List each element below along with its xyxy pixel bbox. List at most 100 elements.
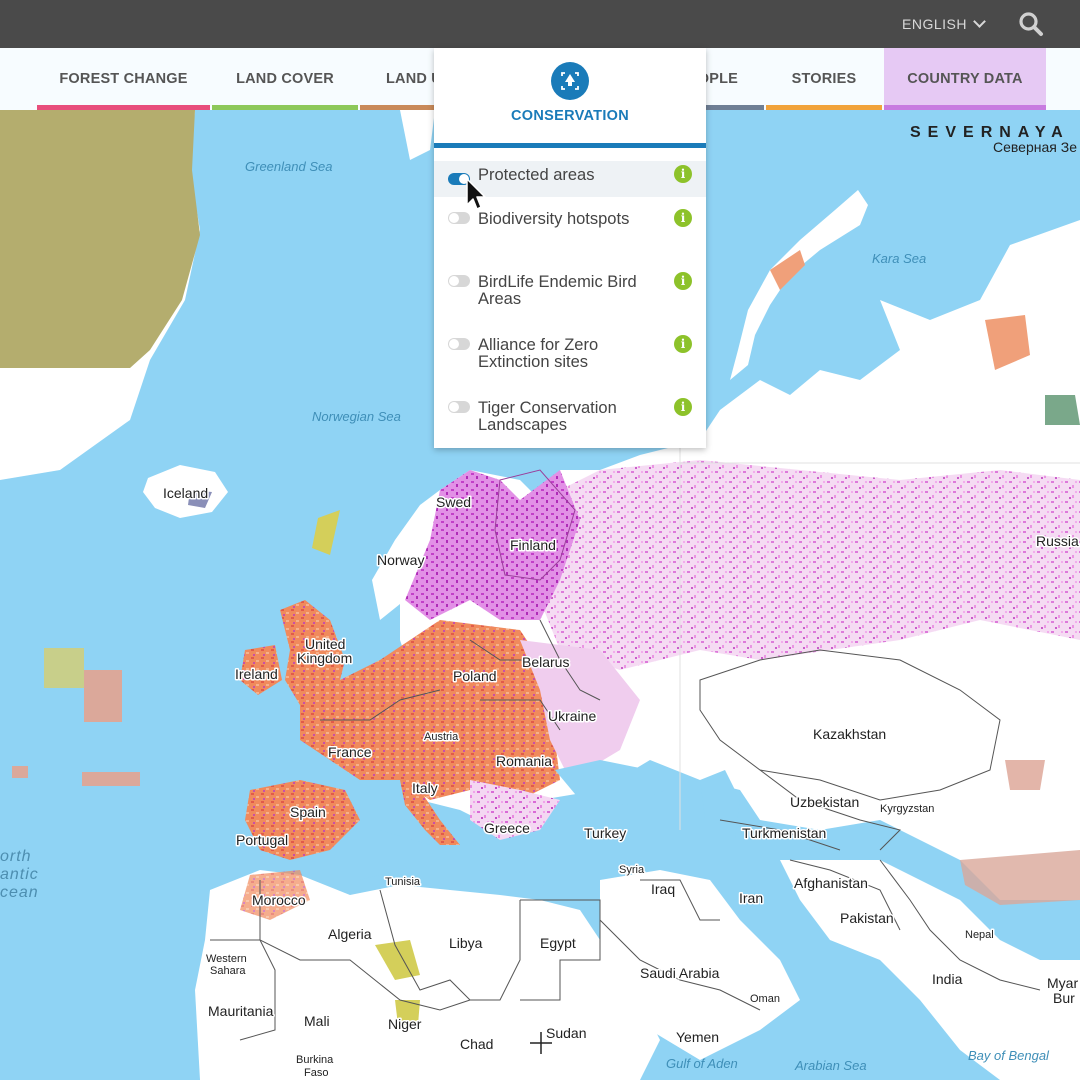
country-label-russia: Russia	[1036, 533, 1079, 549]
country-label-tunisia: Tunisia	[385, 876, 421, 888]
layer-birdlife-endemic-bird-areas[interactable]: BirdLife Endemic Bird Areas i	[434, 269, 706, 319]
water-label-bay-of-bengal: Bay of Bengal	[968, 1048, 1050, 1063]
atlantic-patch-3	[82, 772, 140, 786]
layer-label: Alliance for Zero Extinction sites	[478, 336, 599, 371]
country-label-india: India	[932, 971, 963, 987]
country-label-iraq: Iraq	[651, 881, 675, 897]
layer-toggle[interactable]	[448, 401, 470, 413]
info-icon[interactable]: i	[674, 165, 692, 183]
tab-underline	[766, 105, 882, 110]
country-label-afghanistan: Afghanistan	[794, 875, 868, 891]
siberia-patch	[1045, 395, 1080, 425]
tab-land-cover[interactable]: LAND COVER	[212, 48, 358, 110]
tab-underline	[212, 105, 358, 110]
country-label-egypt: Egypt	[540, 935, 576, 951]
country-label-spain: Spain	[290, 804, 326, 820]
country-label-greece: Greece	[484, 820, 530, 836]
country-label-portugal: Portugal	[236, 832, 288, 848]
info-icon[interactable]: i	[674, 272, 692, 290]
tab-underline	[37, 105, 210, 110]
layer-alliance-zero-extinction[interactable]: Alliance for Zero Extinction sites i	[434, 332, 706, 382]
country-label-niger: Niger	[388, 1016, 422, 1032]
country-label-belarus: Belarus	[522, 654, 569, 670]
layer-label: BirdLife Endemic Bird Areas	[478, 273, 637, 308]
tab-conservation[interactable]: CONSERVATION	[434, 48, 706, 148]
tab-country-data[interactable]: COUNTRY DATA	[884, 48, 1046, 110]
water-label-arabian-sea: Arabian Sea	[794, 1058, 867, 1073]
country-label-oman: Oman	[750, 993, 780, 1005]
country-label-finland: Finland	[510, 537, 556, 553]
country-label-myanmar-line2: Bur	[1053, 990, 1075, 1006]
ocean-label-line2: antic	[0, 866, 39, 883]
tab-label: FOREST CHANGE	[59, 71, 188, 87]
language-label: ENGLISH	[902, 16, 967, 32]
country-label-mali: Mali	[304, 1013, 330, 1029]
country-label-iceland: Iceland	[163, 485, 208, 501]
country-label-norway: Norway	[377, 552, 424, 568]
country-label-myanmar-line1: Myar	[1047, 975, 1078, 991]
water-label-norwegian-sea: Norwegian Sea	[312, 409, 401, 424]
language-selector[interactable]: ENGLISH	[902, 0, 986, 48]
conservation-dropdown: CONSERVATION Protected areas i Biodivers…	[434, 48, 706, 448]
info-icon[interactable]: i	[674, 209, 692, 227]
water-label-greenland-sea: Greenland Sea	[245, 159, 332, 174]
country-label-turkmenistan: Turkmenistan	[742, 825, 826, 841]
country-label-syria: Syria	[619, 864, 645, 876]
country-label-kyrgyzstan: Kyrgyzstan	[880, 803, 934, 815]
tab-label: STORIES	[791, 71, 857, 87]
country-label-algeria: Algeria	[328, 926, 372, 942]
tab-forest-change[interactable]: FOREST CHANGE	[37, 48, 210, 110]
layer-label: Biodiversity hotspots	[478, 210, 630, 228]
country-label-sweden: Swed	[436, 494, 471, 510]
tab-label: LAND COVER	[236, 71, 334, 87]
country-label-nepal: Nepal	[965, 929, 994, 941]
search-icon[interactable]	[1018, 11, 1044, 37]
country-label-uk-line2: Kingdom	[297, 650, 352, 666]
water-label-gulf-of-aden: Gulf of Aden	[666, 1056, 738, 1071]
region-label-ru: Северная Зе	[993, 139, 1077, 155]
layer-toggle[interactable]	[448, 338, 470, 350]
country-label-ireland: Ireland	[235, 666, 278, 682]
country-label-italy: Italy	[412, 780, 438, 796]
tab-stories[interactable]: STORIES	[766, 48, 882, 110]
country-label-turkey: Turkey	[584, 825, 626, 841]
country-label-austria: Austria	[424, 731, 459, 743]
country-label-kazakhstan: Kazakhstan	[813, 726, 886, 742]
layer-label: Tiger Conservation Landscapes	[478, 399, 617, 434]
country-label-pakistan: Pakistan	[840, 910, 894, 926]
ocean-label-line1: orth	[0, 848, 32, 865]
tab-label: COUNTRY DATA	[907, 71, 1023, 87]
water-label-kara-sea: Kara Sea	[872, 251, 926, 266]
atlantic-patch-4	[12, 766, 28, 778]
mouse-cursor-icon	[465, 178, 489, 214]
top-bar: ENGLISH	[0, 0, 1080, 48]
layer-tiger-conservation-landscapes[interactable]: Tiger Conservation Landscapes i	[434, 395, 706, 445]
country-label-chad: Chad	[460, 1036, 493, 1052]
layer-toggle[interactable]	[448, 275, 470, 287]
layer-label: Protected areas	[478, 166, 595, 184]
country-label-romania: Romania	[496, 753, 552, 769]
country-label-burkina-line1: Burkina	[296, 1054, 334, 1066]
country-label-morocco: Morocco	[252, 892, 306, 908]
country-label-saudi-arabia: Saudi Arabia	[640, 965, 720, 981]
country-label-poland: Poland	[453, 668, 497, 684]
country-label-sudan: Sudan	[546, 1025, 586, 1041]
country-label-iran: Iran	[739, 890, 763, 906]
country-label-uzbekistan: Uzbekistan	[790, 794, 859, 810]
kazakh-patch	[1005, 760, 1045, 790]
conservation-title: CONSERVATION	[511, 108, 629, 124]
country-label-mauritania: Mauritania	[208, 1003, 274, 1019]
country-label-western-sahara-line2: Sahara	[210, 965, 246, 977]
country-label-libya: Libya	[449, 935, 483, 951]
country-label-france: France	[328, 744, 372, 760]
country-label-ukraine: Ukraine	[548, 708, 596, 724]
country-label-yemen: Yemen	[676, 1029, 719, 1045]
tab-underline	[884, 105, 1046, 110]
country-label-burkina-line2: Faso	[304, 1067, 328, 1079]
atlantic-patch-1	[44, 648, 84, 688]
info-icon[interactable]: i	[674, 398, 692, 416]
conservation-icon	[551, 62, 589, 100]
info-icon[interactable]: i	[674, 335, 692, 353]
atlantic-patch-2	[84, 670, 122, 722]
ocean-label-line3: cean	[0, 884, 39, 901]
